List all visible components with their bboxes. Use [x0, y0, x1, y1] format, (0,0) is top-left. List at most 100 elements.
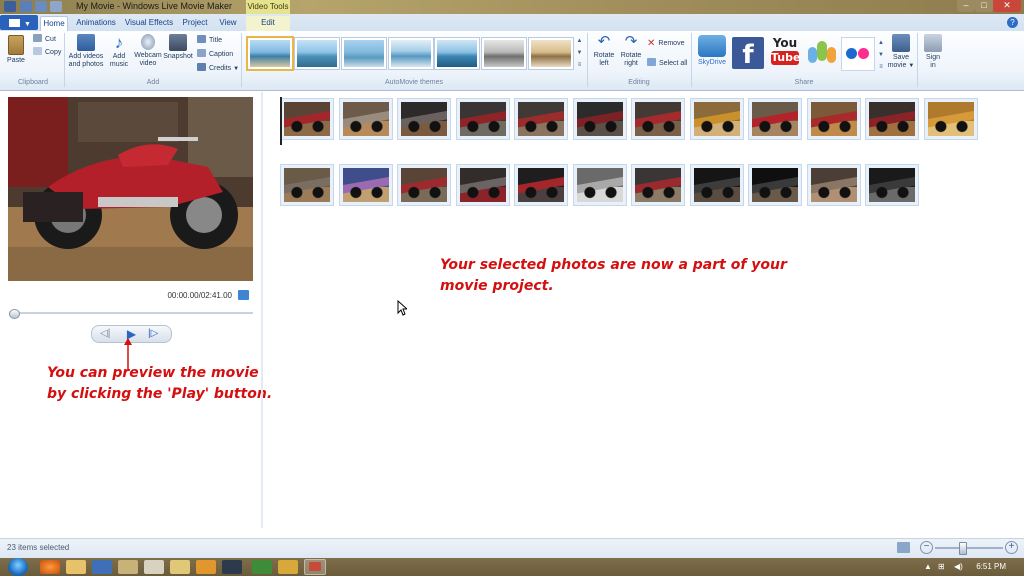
- tab-animations[interactable]: Animations: [72, 16, 120, 31]
- movie-maker-taskbar-button[interactable]: [304, 559, 326, 575]
- storyboard-clip-19[interactable]: [631, 164, 685, 206]
- app-icon-8[interactable]: [222, 560, 242, 574]
- add-music-button[interactable]: ♪ Add music: [107, 34, 131, 69]
- storyboard-clip-18[interactable]: [572, 164, 627, 206]
- folder-icon[interactable]: [66, 560, 86, 574]
- tab-visual-effects[interactable]: Visual Effects: [124, 16, 174, 31]
- next-frame-icon[interactable]: |▷: [148, 328, 158, 340]
- help-icon[interactable]: ?: [1007, 17, 1018, 28]
- storyboard-clip-22[interactable]: [806, 164, 861, 206]
- zoom-in-button[interactable]: +: [1005, 541, 1018, 554]
- tab-project[interactable]: Project: [180, 16, 210, 31]
- automovie-theme-1[interactable]: [246, 36, 294, 71]
- clock[interactable]: 6:51 PM: [976, 562, 1006, 571]
- app-icon-10[interactable]: [278, 560, 298, 574]
- sign-in-button[interactable]: Sign in: [920, 34, 946, 70]
- explorer-icon[interactable]: [118, 560, 138, 574]
- video-preview[interactable]: [8, 97, 253, 281]
- storyboard-clip-12[interactable]: [923, 98, 978, 140]
- storyboard-clip-15[interactable]: [397, 164, 451, 206]
- automovie-theme-4[interactable]: [388, 37, 434, 70]
- volume-icon[interactable]: ◀): [954, 562, 963, 571]
- zoom-slider-track[interactable]: [935, 547, 1003, 549]
- storyboard-clip-13[interactable]: [280, 164, 334, 206]
- gallery-more-icon[interactable]: ≡: [575, 59, 584, 71]
- minimize-button[interactable]: –: [957, 0, 975, 12]
- storyboard-clip-8[interactable]: [689, 98, 744, 140]
- save-movie-button[interactable]: Save movie ▼: [887, 34, 915, 70]
- app-icon-7[interactable]: [196, 560, 216, 574]
- storyboard-clip-6[interactable]: [572, 98, 627, 140]
- webcam-video-button[interactable]: Webcam video: [134, 34, 162, 68]
- skydrive-button[interactable]: SkyDrive: [695, 35, 729, 67]
- tab-view[interactable]: View: [216, 16, 240, 31]
- storyboard-clip-20[interactable]: [689, 164, 744, 206]
- firefox-icon[interactable]: [40, 560, 60, 574]
- network-icon[interactable]: ⊞: [938, 562, 945, 571]
- tab-home[interactable]: Home: [40, 16, 68, 31]
- add-videos-photos-button[interactable]: Add videos and photos: [67, 34, 105, 69]
- storyboard-clip-1[interactable]: [280, 98, 334, 140]
- folder-2-icon[interactable]: [170, 560, 190, 574]
- storyboard-clip-16[interactable]: [455, 164, 510, 206]
- word-icon[interactable]: [92, 560, 112, 574]
- add-music-label-1: Add: [112, 53, 126, 60]
- thumbnail-size-icon[interactable]: [897, 542, 910, 553]
- document-icon[interactable]: [144, 560, 164, 574]
- zoom-slider-thumb[interactable]: [959, 542, 967, 555]
- storyboard-clip-9[interactable]: [748, 98, 802, 140]
- playhead[interactable]: [280, 97, 282, 145]
- automovie-theme-6[interactable]: [481, 37, 527, 70]
- title-button[interactable]: Title: [197, 35, 222, 46]
- youtube-icon[interactable]: You Tube: [769, 37, 801, 69]
- automovie-theme-2[interactable]: [294, 37, 340, 70]
- save-qat-icon[interactable]: [20, 1, 32, 12]
- fullscreen-preview-icon[interactable]: [238, 290, 249, 300]
- storyboard-clip-21[interactable]: [748, 164, 802, 206]
- storyboard-clip-3[interactable]: [397, 98, 451, 140]
- remove-button[interactable]: ✕ Remove: [647, 39, 684, 49]
- rotate-left-button[interactable]: ↶ Rotate left: [591, 34, 617, 68]
- rotate-right-button[interactable]: ↷ Rotate right: [618, 34, 644, 68]
- automovie-theme-5[interactable]: [434, 37, 480, 70]
- copy-button[interactable]: Copy: [33, 47, 61, 58]
- app-icon-9[interactable]: [252, 560, 272, 574]
- tab-edit[interactable]: Edit: [246, 16, 290, 31]
- seek-bar[interactable]: [9, 312, 253, 314]
- storyboard-clip-4[interactable]: [455, 98, 510, 140]
- undo-icon[interactable]: [35, 1, 47, 12]
- automovie-theme-7[interactable]: [528, 37, 574, 70]
- storyboard-clip-5[interactable]: [514, 98, 568, 140]
- share-gallery-more-icon[interactable]: ▲ ▼ ≡: [877, 37, 885, 73]
- storyboard-clip-7[interactable]: [631, 98, 685, 140]
- caption-button[interactable]: Caption: [197, 49, 233, 60]
- storyboard-clip-17[interactable]: [514, 164, 568, 206]
- zoom-out-button[interactable]: −: [920, 541, 933, 554]
- previous-frame-icon[interactable]: ◁|: [100, 328, 110, 340]
- maximize-button[interactable]: □: [975, 0, 993, 12]
- theme-gallery-scroll[interactable]: ▲ ▼ ≡: [575, 35, 584, 71]
- snapshot-button[interactable]: Snapshot: [163, 34, 193, 61]
- cut-button[interactable]: Cut: [33, 34, 56, 45]
- pane-splitter[interactable]: [261, 92, 263, 528]
- seek-thumb[interactable]: [9, 309, 20, 319]
- close-button[interactable]: ✕: [993, 0, 1021, 12]
- storyboard-clip-2[interactable]: [338, 98, 393, 140]
- storyboard-clip-11[interactable]: [865, 98, 919, 140]
- paste-button[interactable]: Paste: [4, 35, 28, 65]
- select-all-button[interactable]: Select all: [647, 58, 687, 69]
- redo-icon[interactable]: [50, 1, 62, 12]
- storyboard-clip-23[interactable]: [865, 164, 919, 206]
- scroll-down-icon[interactable]: ▼: [575, 47, 584, 59]
- start-button[interactable]: [8, 558, 28, 576]
- facebook-icon[interactable]: f: [732, 37, 764, 70]
- credits-button[interactable]: Credits ▼: [197, 63, 239, 74]
- flickr-icon[interactable]: [841, 37, 875, 71]
- storyboard-clip-14[interactable]: [338, 164, 393, 206]
- application-menu-button[interactable]: ▼: [0, 15, 38, 30]
- scroll-up-icon[interactable]: ▲: [575, 35, 584, 47]
- storyboard-clip-10[interactable]: [806, 98, 861, 140]
- messenger-people-icon[interactable]: [806, 39, 838, 67]
- show-hidden-icons[interactable]: ▲: [924, 562, 932, 571]
- automovie-theme-3[interactable]: [341, 37, 387, 70]
